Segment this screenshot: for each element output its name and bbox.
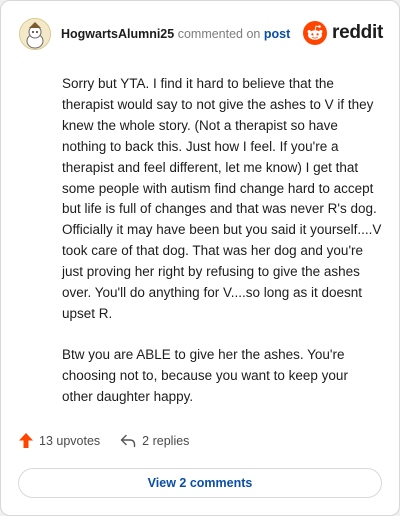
post-link[interactable]: post (264, 27, 290, 41)
replies-count: 2 replies (142, 433, 190, 448)
avatar-icon (20, 19, 50, 49)
upvote-count: 13 upvotes (39, 433, 101, 448)
comment-body: Sorry but YTA. I find it hard to believe… (62, 74, 382, 428)
action-text: commented on (177, 27, 261, 41)
comment-actions: 13 upvotes 2 replies (19, 433, 189, 448)
comment-paragraph: Btw you are ABLE to give her the ashes. … (62, 346, 348, 404)
comment-card: HogwartsAlumni25 commented on post reddi… (0, 0, 400, 516)
username-link[interactable]: HogwartsAlumni25 (61, 27, 174, 41)
view-comments-button[interactable]: View 2 comments (18, 468, 382, 498)
comment-paragraph: Sorry but YTA. I find it hard to believe… (62, 76, 382, 321)
reddit-wordmark: reddit (332, 22, 383, 43)
reddit-snoo-icon (303, 21, 328, 45)
byline: HogwartsAlumni25 commented on post (61, 27, 290, 41)
reddit-logo[interactable]: reddit (303, 21, 383, 45)
upvote-button[interactable]: 13 upvotes (19, 433, 100, 448)
upvote-arrow-icon (19, 433, 33, 448)
reply-arrow-icon (120, 434, 136, 447)
replies-button[interactable]: 2 replies (120, 434, 189, 448)
avatar[interactable] (19, 18, 51, 50)
comment-header: HogwartsAlumni25 commented on post reddi… (19, 18, 383, 50)
